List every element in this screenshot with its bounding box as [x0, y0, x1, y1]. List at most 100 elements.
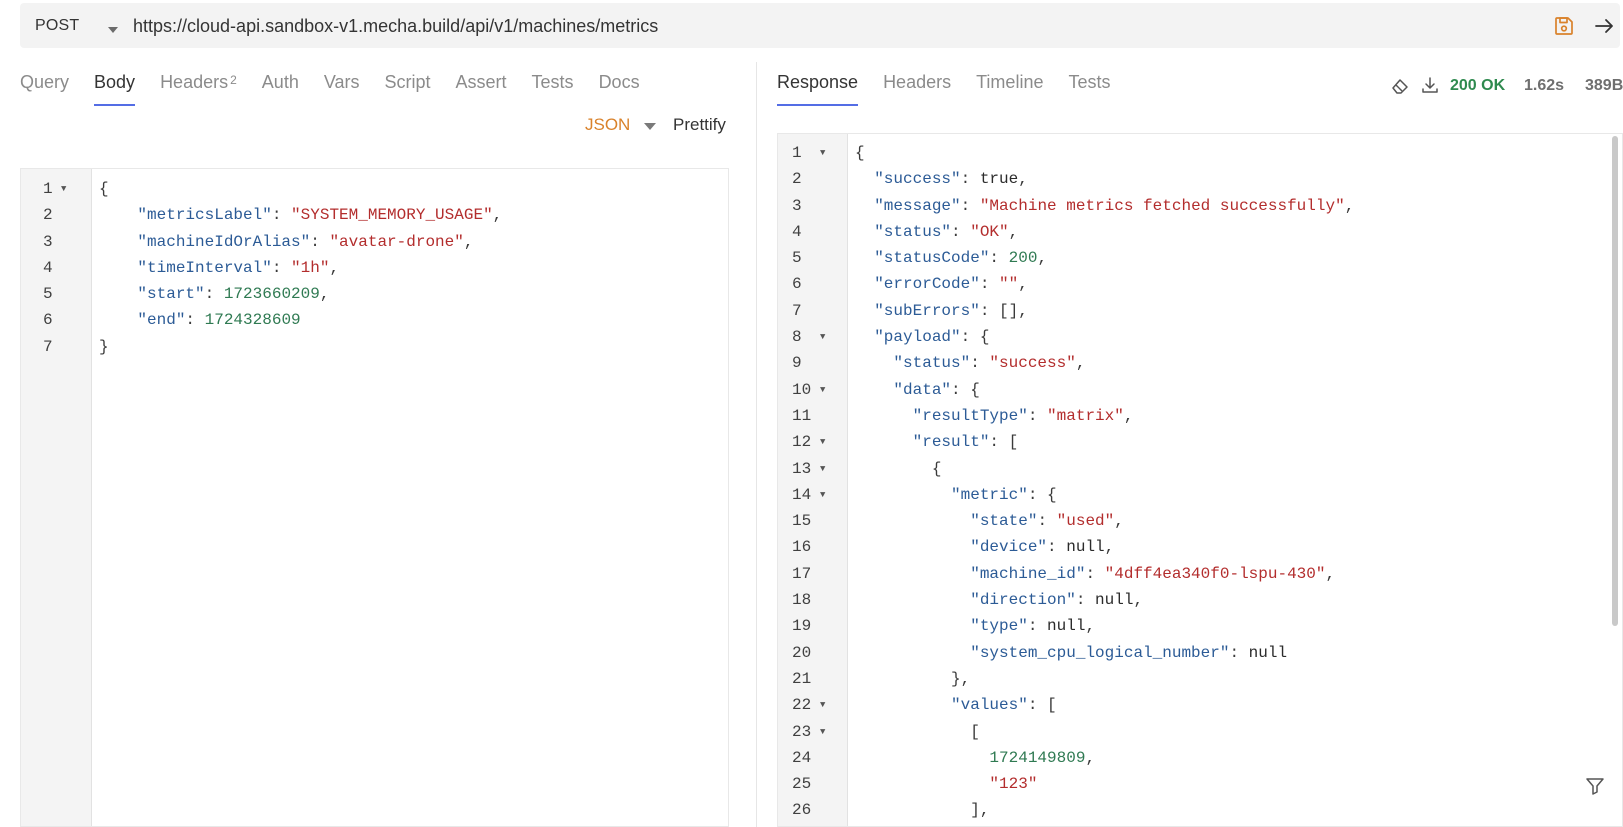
- filter-icon[interactable]: [1585, 776, 1605, 796]
- tab-response-tests[interactable]: Tests: [1068, 72, 1110, 102]
- code-line: "values": [: [951, 696, 1057, 715]
- response-tabs: Response Headers Timeline Tests: [777, 72, 1135, 106]
- pane-divider[interactable]: [756, 62, 757, 827]
- line-gutter: 1 ▼ 2 3 4 5 6 7 8 ▼ 9 10 ▼ 11 12 ▼ 13 ▼ 14 ▼ 15 16 17 18 19 20 21 2…: [778, 134, 848, 826]
- fold-toggle-icon[interactable]: ▼: [820, 377, 825, 403]
- code-line: {: [855, 459, 942, 478]
- line-number: 24: [792, 748, 812, 767]
- code-line: ],: [855, 801, 990, 820]
- chevron-down-icon[interactable]: [108, 27, 118, 33]
- line-number: 3: [43, 232, 53, 251]
- fold-toggle-icon[interactable]: ▼: [820, 719, 825, 745]
- code-line: "payload": {: [874, 328, 990, 347]
- url-bar: POST https://cloud-api.sandbox-v1.mecha.…: [20, 3, 1620, 48]
- response-body-viewer[interactable]: 1 ▼ 2 3 4 5 6 7 8 ▼ 9 10 ▼ 11 12 ▼ 13 ▼ 14 ▼ 15 16 17 18 19 20 21 2…: [777, 133, 1623, 827]
- line-number: 4: [792, 222, 802, 241]
- tab-auth[interactable]: Auth: [262, 72, 299, 102]
- line-number: 23 ▼: [778, 719, 847, 745]
- scrollbar[interactable]: [1612, 136, 1618, 626]
- line-number: 7: [43, 337, 53, 356]
- line-number: 21: [792, 669, 812, 688]
- line-number: 20: [792, 643, 812, 662]
- line-number: 22 ▼: [778, 692, 847, 718]
- fold-toggle-icon[interactable]: ▼: [820, 429, 825, 455]
- fold-toggle-icon[interactable]: ▼: [61, 176, 66, 202]
- fold-toggle-icon[interactable]: ▼: [820, 456, 825, 482]
- tab-docs[interactable]: Docs: [599, 72, 640, 102]
- method-select[interactable]: POST: [35, 17, 79, 35]
- line-number: 14 ▼: [778, 482, 847, 508]
- code-line: "metricsLabel": "SYSTEM_MEMORY_USAGE",: [137, 206, 503, 225]
- download-icon[interactable]: [1420, 75, 1440, 95]
- line-number: 7: [792, 301, 802, 320]
- request-tabs: Query Body Headers 2 Auth Vars Script Ass…: [20, 72, 665, 106]
- line-number: 1 ▼: [778, 140, 847, 166]
- code-line: "timeInterval": "1h",: [137, 258, 340, 277]
- code-line: "system_cpu_logical_number": null: [970, 643, 1288, 662]
- tab-vars[interactable]: Vars: [324, 72, 360, 102]
- prettify-button[interactable]: Prettify: [673, 115, 726, 135]
- tab-body[interactable]: Body: [94, 72, 136, 106]
- response-size: 389B: [1585, 77, 1623, 94]
- body-mode-select[interactable]: JSON: [585, 115, 630, 135]
- code-line: "123": [989, 775, 1038, 794]
- request-body-editor[interactable]: 1 ▼ 2 3 4 5 6 7 { "metricsLabel": "SYSTEM_MEMOR…: [20, 168, 729, 827]
- code-line: "metric": {: [951, 485, 1057, 504]
- line-number: 6: [792, 275, 802, 294]
- code-line: {: [99, 180, 109, 198]
- line-number: 4: [43, 258, 53, 277]
- code-line: "type": null,: [970, 617, 1096, 636]
- code-line: "message": "Machine metrics fetched succ…: [874, 196, 1355, 215]
- code-content[interactable]: { "success": true, "message": "Machine m…: [855, 140, 1354, 824]
- code-content[interactable]: { "metricsLabel": "SYSTEM_MEMORY_USAGE",…: [99, 176, 502, 360]
- code-line: "resultType": "matrix",: [912, 406, 1134, 425]
- fold-toggle-icon[interactable]: ▼: [820, 692, 825, 718]
- chevron-down-icon[interactable]: [644, 123, 656, 130]
- line-number: 13 ▼: [778, 456, 847, 482]
- fold-toggle-icon[interactable]: ▼: [820, 140, 825, 166]
- line-number: 5: [43, 285, 53, 304]
- code-line: "status": "OK",: [874, 222, 1019, 241]
- code-line: "machineIdOrAlias": "avatar-drone",: [137, 232, 474, 251]
- code-line: "device": null,: [970, 538, 1115, 557]
- line-number: 9: [792, 354, 802, 373]
- headers-count-badge: 2: [230, 73, 237, 87]
- code-line: }: [99, 337, 109, 356]
- tab-response-headers[interactable]: Headers: [883, 72, 951, 102]
- line-number: 19: [792, 617, 812, 636]
- line-number: 11: [792, 406, 812, 425]
- line-number: 2: [43, 206, 53, 225]
- tab-tests[interactable]: Tests: [532, 72, 574, 102]
- tab-script[interactable]: Script: [385, 72, 431, 102]
- code-line: "start": 1723660209,: [137, 285, 330, 304]
- line-number: 25: [792, 775, 812, 794]
- line-gutter: 1 ▼ 2 3 4 5 6 7: [21, 169, 92, 826]
- tab-headers[interactable]: Headers 2: [160, 72, 237, 102]
- line-number: 6: [43, 311, 53, 330]
- line-number: 3: [792, 196, 802, 215]
- code-line: "success": true,: [874, 170, 1028, 189]
- code-line: "machine_id": "4dff4ea340f0-lspu-430",: [970, 564, 1336, 583]
- tab-timeline[interactable]: Timeline: [976, 72, 1043, 102]
- arrow-right-icon[interactable]: [1592, 14, 1616, 38]
- eraser-icon[interactable]: [1390, 76, 1410, 96]
- line-number: 10 ▼: [778, 377, 847, 403]
- code-line: },: [855, 669, 971, 688]
- code-line: 1724149809,: [989, 748, 1096, 767]
- code-line: "subErrors": [],: [874, 301, 1028, 320]
- save-icon[interactable]: [1552, 14, 1576, 38]
- tab-assert[interactable]: Assert: [456, 72, 507, 102]
- line-number: 26: [792, 801, 812, 820]
- tab-response[interactable]: Response: [777, 72, 859, 106]
- code-line: "result": [: [912, 433, 1019, 452]
- line-number: 1 ▼: [21, 176, 91, 202]
- code-line: "status": "success",: [893, 354, 1086, 373]
- url-input[interactable]: https://cloud-api.sandbox-v1.mecha.build…: [133, 16, 658, 37]
- line-number: 16: [792, 538, 812, 557]
- line-number: 5: [792, 249, 802, 268]
- fold-toggle-icon[interactable]: ▼: [820, 324, 825, 350]
- fold-toggle-icon[interactable]: ▼: [820, 482, 825, 508]
- status-badge: 200 OK: [1450, 77, 1506, 94]
- line-number: 17: [792, 564, 812, 583]
- tab-query[interactable]: Query: [20, 72, 69, 102]
